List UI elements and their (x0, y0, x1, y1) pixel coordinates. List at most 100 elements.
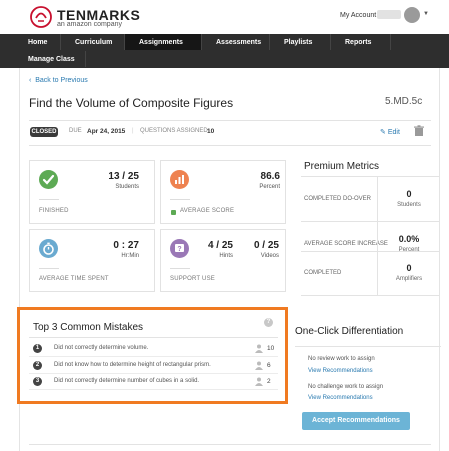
average-score-unit: Percent (259, 184, 280, 190)
chevron-left-icon: ‹ (29, 77, 32, 84)
nav-manage-class[interactable]: Manage Class (14, 51, 86, 67)
mistake-text: Did not know how to determine height of … (54, 362, 211, 368)
premium-row-value: 0.0% (398, 234, 420, 244)
card-separator (39, 268, 59, 269)
trash-icon[interactable] (413, 125, 425, 137)
edit-button[interactable]: ✎ Edit (380, 128, 400, 136)
time-spent-value: 0 : 27 (113, 240, 139, 251)
card-separator (170, 268, 190, 269)
bar-chart-icon (170, 170, 189, 189)
checkmark-icon (39, 170, 58, 189)
time-spent-unit: Hr:Min (121, 253, 139, 259)
nav-curriculum[interactable]: Curriculum (61, 34, 125, 50)
mistake-text: Did not correctly determine number of cu… (54, 378, 200, 384)
help-icon[interactable]: ? (264, 318, 273, 327)
finished-unit: Students (115, 184, 139, 190)
finished-label: FINISHED (39, 208, 69, 214)
support-use-card: ? 4 / 25 Hints 0 / 25 Videos SUPPORT USE (160, 229, 286, 292)
nav-row-primary: Home Curriculum Assignments Assessments … (14, 34, 391, 50)
account-name-redacted (377, 10, 401, 19)
premium-row-label: COMPLETED DO-OVER (304, 196, 372, 202)
premium-row: COMPLETED DO-OVER 0 Students (301, 177, 439, 221)
mistake-row: 1 Did not correctly determine volume. 10 (29, 341, 278, 357)
score-status-indicator (171, 210, 176, 215)
nav-assignments[interactable]: Assignments (125, 34, 202, 50)
premium-row-value: 0 (406, 263, 412, 273)
premium-row-label: COMPLETED (304, 270, 342, 276)
nav-playlists[interactable]: Playlists (270, 34, 331, 50)
user-icon (255, 344, 263, 353)
time-spent-card: 0 : 27 Hr:Min AVERAGE TIME SPENT (29, 229, 155, 292)
mistake-count: 10 (267, 345, 275, 352)
svg-text:?: ? (177, 246, 181, 253)
title-divider (29, 120, 431, 121)
brand-subtitle: an amazon company (57, 21, 122, 28)
premium-column-divider (377, 251, 378, 295)
hints-unit: Hints (219, 253, 233, 259)
questions-assigned-value: 10 (207, 128, 215, 135)
meta-divider (29, 145, 431, 146)
videos-unit: Videos (260, 253, 279, 259)
review-status-text: No review work to assign (308, 356, 375, 362)
avatar[interactable] (404, 7, 420, 23)
user-icon (255, 377, 263, 386)
finished-value: 13 / 25 (108, 171, 139, 182)
mistake-number: 2 (33, 361, 42, 370)
mistake-count: 2 (267, 378, 271, 385)
due-value: Apr 24, 2015 (87, 128, 126, 135)
premium-row: COMPLETED 0 Amplifiers (301, 251, 439, 295)
time-spent-label: AVERAGE TIME SPENT (39, 276, 109, 282)
nav-reports[interactable]: Reports (331, 34, 391, 50)
challenge-recommendations-link[interactable]: View Recommendations (308, 395, 373, 401)
back-link[interactable]: ‹ Back to Previous (29, 77, 88, 84)
user-icon (255, 361, 263, 370)
premium-row-value: 0 (406, 189, 412, 199)
support-use-label: SUPPORT USE (170, 276, 215, 282)
mistake-count: 6 (267, 362, 271, 369)
edit-label: Edit (387, 129, 400, 136)
premium-row-unit: Amplifiers (395, 276, 423, 282)
tenmarks-logo[interactable]: TENMARKS an amazon company (30, 6, 190, 30)
mistakes-divider (29, 337, 278, 338)
bottom-divider (29, 444, 431, 445)
nav-row-secondary: Manage Class (14, 51, 86, 67)
mistake-row: 3 Did not correctly determine number of … (29, 374, 278, 390)
premium-metrics-title: Premium Metrics (304, 161, 380, 172)
average-score-label: AVERAGE SCORE (180, 208, 235, 214)
average-score-value: 86.6 (260, 171, 280, 182)
premium-column-divider (377, 177, 378, 221)
differentiation-divider (295, 346, 441, 347)
meta-separator: | (132, 128, 134, 134)
nav-home[interactable]: Home (14, 34, 61, 50)
status-badge: CLOSED (30, 127, 58, 137)
review-recommendations-link[interactable]: View Recommendations (308, 368, 373, 374)
accept-recommendations-button[interactable]: Accept Recommendations (302, 412, 410, 430)
mistake-number: 3 (33, 377, 42, 386)
page-title: Find the Volume of Composite Figures (29, 96, 234, 110)
standard-code: 5.MD.5c (385, 96, 423, 107)
finished-card: 13 / 25 Students FINISHED (29, 160, 155, 224)
chevron-down-icon[interactable]: ▼ (423, 11, 429, 17)
top-header: TENMARKS an amazon company My Account ▼ (0, 0, 449, 34)
differentiation-title: One-Click Differentiation (295, 326, 404, 337)
challenge-status-text: No challenge work to assign (308, 384, 384, 390)
nav-assessments[interactable]: Assessments (202, 34, 270, 50)
mistake-number: 1 (33, 344, 42, 353)
premium-divider (301, 295, 439, 296)
mistake-text: Did not correctly determine volume. (54, 345, 149, 351)
due-label: DUE (69, 128, 82, 134)
premium-row-label: AVERAGE SCORE INCREASE (304, 241, 388, 247)
videos-value: 0 / 25 (253, 240, 279, 251)
mistake-row: 2 Did not know how to determine height o… (29, 358, 278, 374)
stopwatch-icon (39, 239, 58, 258)
main-navigation: Home Curriculum Assignments Assessments … (0, 34, 449, 68)
back-link-label: Back to Previous (35, 77, 88, 84)
hints-value: 4 / 25 (207, 240, 233, 251)
mistakes-title: Top 3 Common Mistakes (33, 322, 144, 333)
card-separator (170, 199, 190, 200)
edit-icon: ✎ (380, 129, 386, 136)
questions-assigned-label: QUESTIONS ASSIGNED (140, 128, 208, 134)
average-score-card: 86.6 Percent AVERAGE SCORE (160, 160, 286, 224)
question-icon: ? (170, 239, 189, 258)
my-account-link[interactable]: My Account (340, 12, 376, 19)
